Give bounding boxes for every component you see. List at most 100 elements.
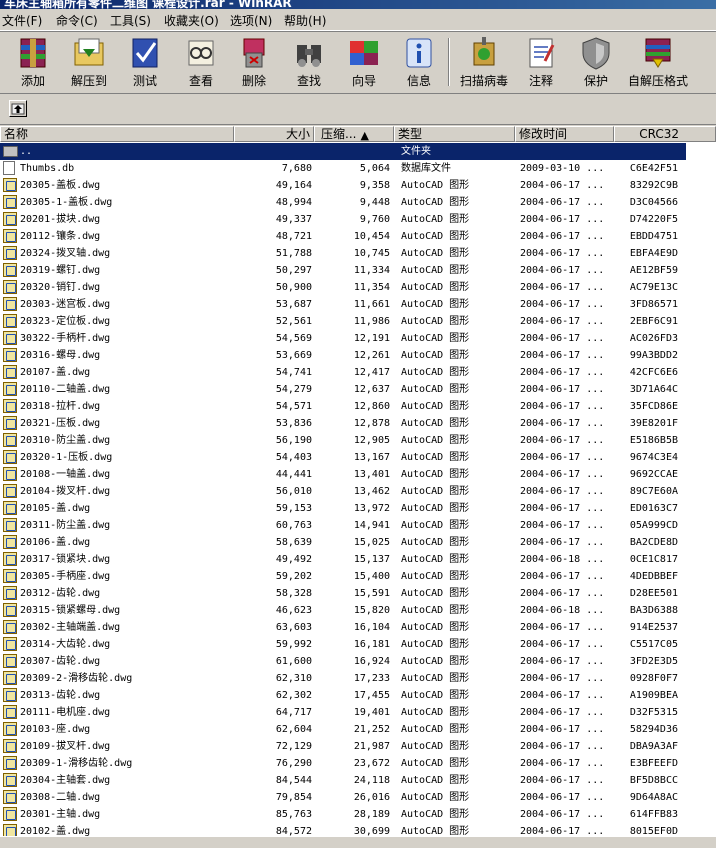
file-row[interactable]: 20320-1-压板.dwg 54,403 13,167 AutoCAD 图形 2004… [0,449,716,466]
wizard-icon [350,41,378,65]
protect-button[interactable]: 保护 [568,35,624,92]
toolbar-separator [448,38,450,86]
file-row[interactable]: 20305-1-盖板.dwg 48,994 9,448 AutoCAD 图形 2004-… [0,194,716,211]
file-row[interactable]: 20201-拔块.dwg 49,337 9,760 AutoCAD 图形 2004-06… [0,211,716,228]
extract-to-button[interactable]: 解压到 [61,35,117,92]
file-size: 52,561 [275,316,312,327]
menu-file[interactable]: 文件(F) [2,12,42,29]
file-row[interactable]: 20303-迷宫板.dwg 53,687 11,661 AutoCAD 图形 2004-… [0,296,716,313]
menu-options[interactable]: 选项(N) [230,12,272,29]
file-type: AutoCAD 图形 [401,384,470,395]
file-row[interactable]: 20107-盖.dwg 54,741 12,417 AutoCAD 图形 2004-06… [0,364,716,381]
file-row[interactable]: 20309-2-滑移齿轮.dwg 62,310 17,233 AutoCAD 图形 20… [0,670,716,687]
file-row[interactable]: 20105-盖.dwg 59,153 13,972 AutoCAD 图形 2004-06… [0,500,716,517]
file-row[interactable]: 20324-拨叉轴.dwg 51,788 10,745 AutoCAD 图形 2004-… [0,245,716,262]
column-header-size[interactable]: 大小 [234,126,314,142]
add-button[interactable]: 添加 [5,35,61,92]
file-row[interactable]: 20108-一轴盖.dwg 44,441 13,401 AutoCAD 图形 2004-… [0,466,716,483]
file-row[interactable]: 20323-定位板.dwg 52,561 11,986 AutoCAD 图形 2004-… [0,313,716,330]
sfx-button[interactable]: 自解压格式 [624,35,692,92]
file-row[interactable]: 20112-镶条.dwg 48,721 10,454 AutoCAD 图形 2004-0… [0,228,716,245]
virus-scan-button[interactable]: 扫描病毒 [455,35,513,92]
file-type: AutoCAD 图形 [401,469,470,480]
file-row[interactable]: 20311-防尘盖.dwg 60,763 14,941 AutoCAD 图形 2004-… [0,517,716,534]
file-row[interactable]: 20104-拨叉杆.dwg 56,010 13,462 AutoCAD 图形 2004-… [0,483,716,500]
file-row[interactable]: 30322-手柄杆.dwg 54,569 12,191 AutoCAD 图形 2004-… [0,330,716,347]
test-icon [132,38,158,68]
file-row[interactable]: 20313-齿轮.dwg 62,302 17,455 AutoCAD 图形 2004-0… [0,687,716,704]
file-row[interactable]: 20301-主轴.dwg 85,763 28,189 AutoCAD 图形 2004-0… [0,806,716,823]
file-modified: 2004-06-17 ... [520,265,605,276]
menu-commands[interactable]: 命令(C) [56,12,98,29]
wizard-button[interactable]: 向导 [336,35,392,92]
file-row[interactable]: 20302-主轴端盖.dwg 63,603 16,104 AutoCAD 图形 2004… [0,619,716,636]
view-button[interactable]: 查看 [173,35,229,92]
file-row[interactable]: 20318-拉杆.dwg 54,571 12,860 AutoCAD 图形 2004-0… [0,398,716,415]
file-row[interactable]: 20319-螺钉.dwg 50,297 11,334 AutoCAD 图形 2004-0… [0,262,716,279]
file-row[interactable]: 20317-锁紧块.dwg 49,492 15,137 AutoCAD 图形 2004-… [0,551,716,568]
file-row[interactable]: Thumbs.db 7,680 5,064 数据库文件 2009-03-10 ... C6… [0,160,716,177]
virus-scan-icon [473,37,495,66]
file-row[interactable]: 20315-锁紧螺母.dwg 46,623 15,820 AutoCAD 图形 2004… [0,602,716,619]
file-row[interactable]: 20314-大齿轮.dwg 59,992 16,181 AutoCAD 图形 2004-… [0,636,716,653]
file-row[interactable]: 20305-盖板.dwg 49,164 9,358 AutoCAD 图形 2004-06… [0,177,716,194]
autocad-file-icon [3,585,19,602]
file-row[interactable]: 20320-销钉.dwg 50,900 11,354 AutoCAD 图形 2004-0… [0,279,716,296]
file-type: AutoCAD 图形 [401,350,470,361]
column-header-modified[interactable]: 修改时间 [515,126,614,142]
file-crc: 83292C9B [629,180,678,191]
file-row[interactable]: 20110-二轴盖.dwg 54,279 12,637 AutoCAD 图形 2004-… [0,381,716,398]
file-row[interactable]: 20316-螺母.dwg 53,669 12,261 AutoCAD 图形 2004-0… [0,347,716,364]
file-type: AutoCAD 图形 [401,248,470,259]
file-packed-size: 13,972 [353,503,390,514]
file-row[interactable]: 20310-防尘盖.dwg 56,190 12,905 AutoCAD 图形 2004-… [0,432,716,449]
menu-help[interactable]: 帮助(H) [284,12,326,29]
delete-button[interactable]: 删除 [226,35,282,92]
comment-button[interactable]: 注释 [513,35,569,92]
file-type: AutoCAD 图形 [401,180,470,191]
parent-folder-row[interactable]: .. 文件夹 [0,143,686,160]
file-row[interactable]: 20309-1-滑移齿轮.dwg 76,290 23,672 AutoCAD 图形 20… [0,755,716,772]
file-row[interactable]: 20304-主轴套.dwg 84,544 24,118 AutoCAD 图形 2004-… [0,772,716,789]
file-row[interactable]: 20106-盖.dwg 58,639 15,025 AutoCAD 图形 2004-06… [0,534,716,551]
file-modified: 2004-06-17 ... [520,707,605,718]
file-name: 20201-拔块.dwg [20,214,101,225]
autocad-file-icon [3,211,19,228]
file-packed-size: 12,417 [353,367,390,378]
file-packed-size: 9,760 [359,214,390,225]
horizontal-scrollbar[interactable] [0,836,716,848]
file-crc: BA3D6388 [629,605,678,616]
autocad-file-icon [3,721,19,738]
file-packed-size: 19,401 [353,707,390,718]
info-button[interactable]: 信息 [391,35,447,92]
file-row[interactable]: 20321-压板.dwg 53,836 12,878 AutoCAD 图形 2004-0… [0,415,716,432]
file-crc: 914E2537 [629,622,678,633]
file-row[interactable]: 20103-座.dwg 62,604 21,252 AutoCAD 图形 2004-06… [0,721,716,738]
file-row[interactable]: 20111-电机座.dwg 64,717 19,401 AutoCAD 图形 2004-… [0,704,716,721]
up-one-level-button[interactable] [9,100,27,117]
file-packed-size: 11,661 [353,299,390,310]
file-row[interactable]: 20312-齿轮.dwg 58,328 15,591 AutoCAD 图形 2004-0… [0,585,716,602]
find-button[interactable]: 查找 [281,35,337,92]
file-row[interactable]: 20305-手柄座.dwg 59,202 15,400 AutoCAD 图形 2004-… [0,568,716,585]
view-icon [188,40,214,66]
column-header-crc[interactable]: CRC32 [614,126,716,142]
menu-favorites[interactable]: 收藏夹(O) [164,12,219,29]
file-type: AutoCAD 图形 [401,418,470,429]
test-button[interactable]: 测试 [117,35,173,92]
file-type: AutoCAD 图形 [401,673,470,684]
file-name: 20320-1-压板.dwg [20,452,113,463]
autocad-file-icon [3,449,19,466]
file-row[interactable]: 20307-齿轮.dwg 61,600 16,924 AutoCAD 图形 2004-0… [0,653,716,670]
column-header-packed[interactable]: 压缩... ▲ [314,126,394,142]
column-header-type[interactable]: 类型 [394,126,515,142]
file-crc: D32F5315 [629,707,678,718]
file-row[interactable]: 20308-二轴.dwg 79,854 26,016 AutoCAD 图形 2004-0… [0,789,716,806]
file-modified: 2004-06-18 ... [520,554,605,565]
protect-icon [582,37,610,70]
column-header-name[interactable]: 名称 [0,126,234,142]
file-row[interactable]: 20109-拔叉杆.dwg 72,129 21,987 AutoCAD 图形 2004-… [0,738,716,755]
file-size: 58,328 [275,588,312,599]
menu-tools[interactable]: 工具(S) [110,12,151,29]
file-name: 20309-1-滑移齿轮.dwg [20,758,133,769]
